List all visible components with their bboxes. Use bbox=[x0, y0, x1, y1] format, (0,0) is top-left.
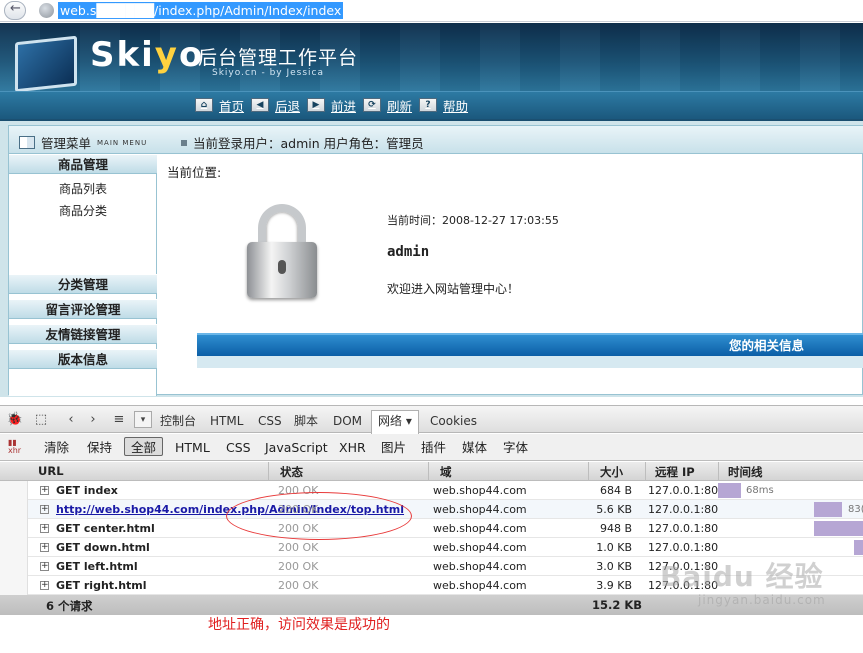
expand-icon[interactable]: + bbox=[40, 543, 49, 552]
watermark-url: jingyan.baidu.com bbox=[698, 593, 826, 607]
back-arrow-icon: ◀ bbox=[251, 98, 269, 112]
sidebar-item-product-category[interactable]: 商品分类 bbox=[59, 202, 107, 219]
filter-css[interactable]: CSS bbox=[226, 438, 251, 457]
url-field[interactable]: web.s██████/index.php/Admin/Index/index bbox=[58, 2, 344, 19]
nav-back[interactable]: ◀ 后退 bbox=[251, 96, 300, 114]
firebug-icon[interactable]: 🐞 bbox=[6, 411, 24, 428]
sidebar-section-comments[interactable]: 留言评论管理 bbox=[9, 299, 157, 319]
sidebar-section-products[interactable]: 商品管理 bbox=[9, 154, 157, 174]
expand-icon[interactable]: + bbox=[40, 562, 49, 571]
highlight-ellipse bbox=[226, 492, 412, 540]
column-status[interactable]: 状态 bbox=[280, 464, 303, 480]
menu-title: 管理菜单 MAIN MENU bbox=[19, 133, 147, 152]
devtools-toolbar: 🐞 ⬚ ‹ › ≡ ▾ 控制台 HTML CSS 脚本 DOM 网络 ▾ Coo… bbox=[0, 405, 863, 434]
header-banner: Skiyo 后台管理工作平台 Skiyo.cn - by Jessica ⌂ 首页… bbox=[0, 23, 863, 121]
network-filter-bar: ▮▮ xhr 清除 保持 全部 HTML CSS JavaScript XHR 图… bbox=[0, 434, 863, 461]
chevron-left-icon[interactable]: ‹ bbox=[62, 411, 80, 428]
address-bar: ← web.s██████/index.php/Admin/Index/inde… bbox=[0, 0, 863, 22]
info-strip: 管理菜单 MAIN MENU 当前登录用户：admin 用户角色：管理员 bbox=[9, 126, 863, 154]
inspect-icon[interactable]: ⬚ bbox=[32, 411, 50, 428]
chevron-right-icon[interactable]: › bbox=[84, 411, 102, 428]
timeline-bar bbox=[814, 521, 863, 536]
devtools-panel: 🐞 ⬚ ‹ › ≡ ▾ 控制台 HTML CSS 脚本 DOM 网络 ▾ Coo… bbox=[0, 405, 863, 653]
column-url[interactable]: URL bbox=[38, 464, 64, 478]
table-row[interactable]: + GET index 200 OK web.shop44.com 684 B … bbox=[28, 481, 863, 500]
timeline-bar bbox=[854, 540, 863, 555]
filter-xhr[interactable]: XHR bbox=[339, 438, 366, 457]
expand-icon[interactable]: + bbox=[40, 486, 49, 495]
filter-images[interactable]: 图片 bbox=[381, 438, 406, 457]
tab-network[interactable]: 网络 ▾ bbox=[371, 410, 419, 434]
persist-button[interactable]: 保持 bbox=[87, 438, 112, 457]
list-icon[interactable]: ≡ bbox=[110, 411, 128, 428]
annotation-text: 地址正确，访问效果是成功的 bbox=[208, 617, 390, 633]
refresh-icon: ⟳ bbox=[363, 98, 381, 112]
monitor-logo-icon bbox=[15, 35, 77, 93]
sidebar-section-version[interactable]: 版本信息 bbox=[9, 349, 157, 369]
expand-icon[interactable]: + bbox=[40, 581, 49, 590]
expand-icon[interactable]: + bbox=[40, 524, 49, 533]
bullet-icon bbox=[181, 139, 187, 146]
logo-subtitle: Skiyo.cn - by Jessica bbox=[212, 68, 325, 78]
sidebar: 商品管理 商品列表 商品分类 分类管理 留言评论管理 友情链接管理 版本信息 bbox=[9, 154, 157, 396]
expand-icon[interactable]: + bbox=[40, 505, 49, 514]
tab-css[interactable]: CSS bbox=[258, 411, 282, 432]
watermark-logo: Baidu 经验 bbox=[660, 560, 824, 593]
column-timeline[interactable]: 时间线 bbox=[728, 464, 763, 480]
logo-text: Skiyo bbox=[90, 35, 205, 75]
sidebar-section-categories[interactable]: 分类管理 bbox=[9, 274, 157, 294]
sidebar-section-links[interactable]: 友情链接管理 bbox=[9, 324, 157, 344]
filter-plugins[interactable]: 插件 bbox=[421, 438, 446, 457]
top-nav: ⌂ 首页 ◀ 后退 ▶ 前进 ⟳ 刷新 ? 帮助 bbox=[0, 91, 863, 119]
filter-fonts[interactable]: 字体 bbox=[503, 438, 528, 457]
column-remote-ip[interactable]: 远程 IP bbox=[655, 464, 695, 480]
tab-console[interactable]: 控制台 bbox=[160, 411, 196, 432]
clear-button[interactable]: 清除 bbox=[44, 438, 69, 457]
info-bar: 您的相关信息 bbox=[197, 333, 863, 356]
menu-book-icon bbox=[19, 136, 35, 149]
breadcrumb: 当前位置: bbox=[167, 165, 222, 180]
tab-html[interactable]: HTML bbox=[210, 411, 243, 432]
home-icon: ⌂ bbox=[195, 98, 213, 112]
logo-title: 后台管理工作平台 bbox=[198, 47, 359, 69]
table-row[interactable]: + http://web.shop44.com/index.php/Admin/… bbox=[28, 500, 863, 519]
back-arrow-icon: ← bbox=[10, 1, 21, 16]
network-table-header: URL 状态 域 大小 远程 IP 时间线 bbox=[0, 462, 863, 481]
filter-all[interactable]: 全部 bbox=[124, 437, 164, 456]
current-user-info: 当前登录用户：admin 用户角色：管理员 bbox=[181, 133, 424, 152]
globe-icon bbox=[39, 3, 54, 18]
admin-username: admin bbox=[387, 244, 430, 260]
filter-javascript[interactable]: JavaScript bbox=[265, 438, 328, 457]
nav-help[interactable]: ? 帮助 bbox=[419, 96, 468, 114]
timeline-bar bbox=[814, 502, 842, 517]
nav-forward[interactable]: ▶ 前进 bbox=[307, 96, 356, 114]
column-size[interactable]: 大小 bbox=[600, 464, 623, 480]
lock-icon bbox=[247, 204, 317, 298]
current-time: 当前时间：2008-12-27 17:03:55 bbox=[387, 214, 559, 227]
filter-media[interactable]: 媒体 bbox=[462, 438, 487, 457]
tab-script[interactable]: 脚本 bbox=[294, 411, 318, 432]
timeline-bar bbox=[718, 483, 741, 498]
nav-home[interactable]: ⌂ 首页 bbox=[195, 96, 244, 114]
tab-cookies[interactable]: Cookies bbox=[430, 411, 477, 432]
filter-html[interactable]: HTML bbox=[175, 438, 210, 457]
dropdown-icon[interactable]: ▾ bbox=[134, 411, 152, 428]
back-button[interactable]: ← bbox=[4, 1, 26, 20]
welcome-text: 欢迎进入网站管理中心！ bbox=[387, 282, 520, 296]
nav-refresh[interactable]: ⟳ 刷新 bbox=[363, 96, 412, 114]
column-domain[interactable]: 域 bbox=[440, 464, 452, 480]
xhr-break-icon[interactable]: ▮▮ xhr bbox=[8, 439, 21, 455]
help-icon: ? bbox=[419, 98, 437, 112]
app-frame: 管理菜单 MAIN MENU 当前登录用户：admin 用户角色：管理员 商品管… bbox=[0, 121, 863, 397]
table-row[interactable]: + GET center.html 200 OK web.shop44.com … bbox=[28, 519, 863, 538]
sidebar-item-product-list[interactable]: 商品列表 bbox=[59, 180, 107, 197]
forward-arrow-icon: ▶ bbox=[307, 98, 325, 112]
tab-dom[interactable]: DOM bbox=[333, 411, 362, 432]
